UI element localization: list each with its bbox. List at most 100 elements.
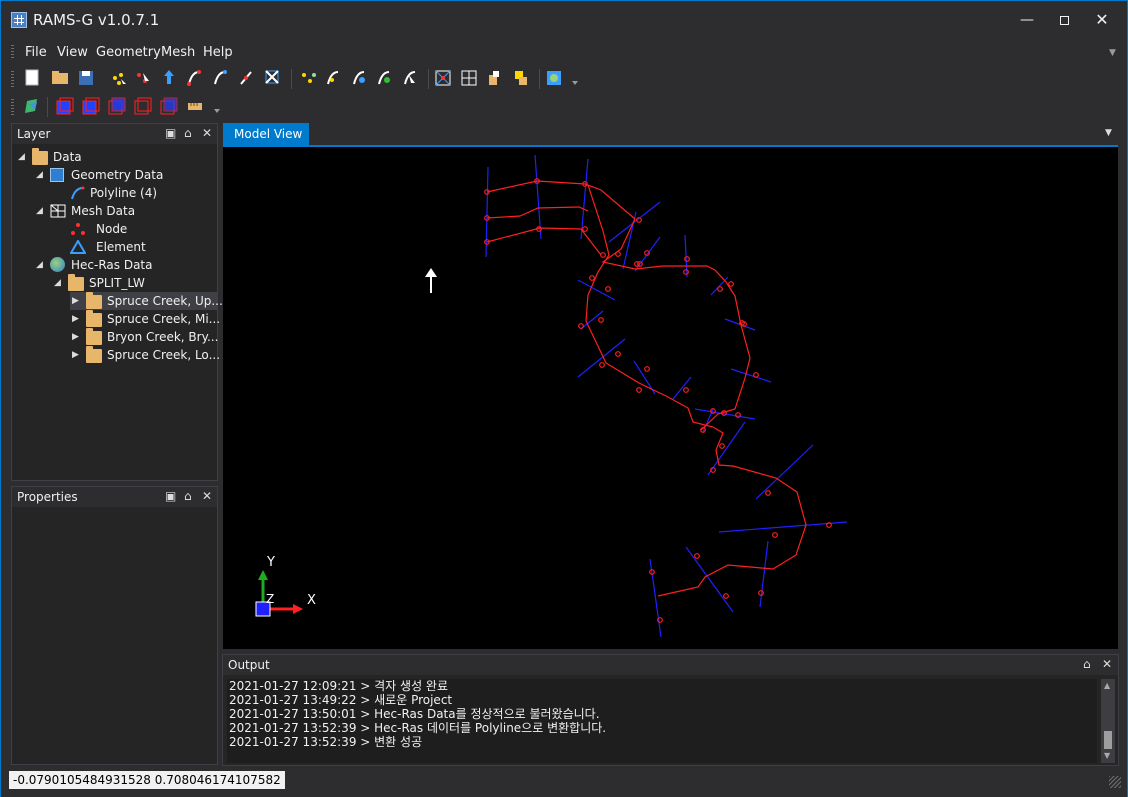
element-icon	[70, 240, 86, 254]
maximize-button[interactable]	[1051, 9, 1077, 31]
resize-grip-icon[interactable]	[1109, 776, 1121, 788]
collapse-arrow-icon[interactable]: ◢	[36, 166, 43, 184]
layer-panel-close-icon[interactable]: ✕	[202, 126, 212, 140]
edit-line-icon[interactable]	[214, 70, 227, 85]
model-viewport[interactable]: Y X Z	[223, 147, 1118, 649]
tab-dropdown-icon[interactable]: ▼	[1105, 128, 1112, 138]
curve-select-icon[interactable]	[404, 71, 416, 85]
mesh-grid-icon[interactable]	[461, 70, 477, 86]
split-line-icon[interactable]	[240, 71, 252, 85]
expand-arrow-icon[interactable]: ▶	[72, 310, 79, 328]
tree-item-label: Spruce Creek, Lo...	[107, 348, 221, 362]
toolbar1-grip[interactable]	[11, 71, 14, 87]
scrollbar-thumb[interactable]	[1104, 731, 1112, 749]
properties-panel-title: Properties	[17, 490, 78, 504]
collapse-arrow-icon[interactable]: ◢	[18, 148, 25, 166]
curve-node-icon[interactable]	[353, 71, 365, 85]
toolbar2-overflow-icon[interactable]	[214, 109, 220, 113]
output-log[interactable]: 2021-01-27 12:09:21 > 격자 생성 완료 2021-01-2…	[227, 679, 1097, 763]
axis-label-z: Z	[266, 592, 274, 606]
model-canvas[interactable]: Y X Z	[223, 147, 1118, 649]
menu-help[interactable]: Help	[203, 45, 233, 60]
properties-panel-header: Properties ▣ ⌂ ✕	[12, 487, 217, 507]
delete-line-icon[interactable]	[265, 70, 279, 84]
menu-geometry[interactable]: Geometry	[96, 45, 161, 60]
output-panel-header: Output ⌂ ✕	[223, 655, 1118, 675]
tree-item-label: SPLIT_LW	[89, 276, 145, 290]
folder-icon	[86, 328, 102, 345]
view-front-icon[interactable]	[56, 97, 74, 115]
output-panel-pin-icon[interactable]: ⌂	[1083, 657, 1091, 671]
river-polylines	[486, 180, 807, 597]
polyline-icon	[71, 186, 85, 200]
measure-ruler-icon[interactable]	[188, 103, 202, 110]
globe-icon	[50, 257, 65, 272]
toolbar1-overflow-icon[interactable]	[572, 81, 578, 85]
draw-line-icon[interactable]	[187, 70, 201, 86]
toolbar2-grip[interactable]	[11, 99, 14, 115]
hec-ras-import-icon[interactable]	[547, 71, 561, 85]
app-title: RAMS-G v1.0.7.1	[33, 11, 160, 29]
layer-view-icon[interactable]	[25, 99, 37, 113]
layer-panel: Layer ▣ ⌂ ✕ ◢ Data ◢ Geometry Data Polyl…	[11, 123, 223, 481]
output-panel-title: Output	[228, 658, 270, 672]
scroll-up-icon[interactable]: ▲	[1104, 681, 1110, 690]
mesh-export-icon[interactable]	[515, 71, 527, 85]
view-left-icon[interactable]	[108, 97, 126, 115]
mesh-icon	[50, 204, 66, 218]
properties-panel-close-icon[interactable]: ✕	[202, 489, 212, 503]
curve-green-icon[interactable]	[378, 71, 390, 85]
menu-bar: File View Geometry Mesh Help	[9, 41, 1121, 63]
expand-arrow-icon[interactable]: ▶	[72, 346, 79, 364]
collapse-arrow-icon[interactable]: ◢	[36, 256, 43, 274]
expand-arrow-icon[interactable]: ▶	[72, 292, 79, 310]
save-icon[interactable]	[79, 71, 93, 85]
tree-item-label: Spruce Creek, Up...	[107, 294, 223, 308]
node-add-icon[interactable]	[302, 73, 316, 83]
layer-tree: ◢ Data ◢ Geometry Data Polyline (4) ◢ Me…	[12, 146, 223, 480]
mesh-import-icon[interactable]	[489, 71, 499, 85]
tree-item-label: Polyline (4)	[90, 186, 158, 200]
view-top-icon[interactable]	[160, 97, 178, 115]
select-point-icon[interactable]	[137, 73, 149, 83]
scroll-down-icon[interactable]: ▼	[1104, 751, 1110, 760]
properties-panel-pin-icon[interactable]: ⌂	[184, 489, 192, 503]
menubar-overflow-icon[interactable]: ▼	[1109, 48, 1116, 58]
output-scrollbar[interactable]: ▲ ▼	[1101, 679, 1115, 763]
title-bar[interactable]: RAMS-G v1.0.7.1 — ✕	[1, 1, 1127, 39]
node-icon	[71, 223, 85, 235]
tree-item-label: Mesh Data	[71, 204, 136, 218]
collapse-arrow-icon[interactable]: ◢	[54, 274, 61, 292]
curve-edit-icon[interactable]	[327, 71, 339, 85]
close-button[interactable]: ✕	[1089, 9, 1115, 31]
menu-view[interactable]: View	[57, 45, 88, 60]
expand-arrow-icon[interactable]: ▶	[72, 328, 79, 346]
geometry-icon	[50, 168, 64, 182]
menu-mesh[interactable]: Mesh	[161, 45, 195, 60]
layer-panel-pin-icon[interactable]: ⌂	[184, 126, 192, 140]
app-window: RAMS-G v1.0.7.1 — ✕ File View Geometry M…	[0, 0, 1128, 797]
mesh-nodes	[484, 178, 832, 623]
menu-file[interactable]: File	[25, 45, 47, 60]
mesh-generate-icon[interactable]	[435, 70, 451, 86]
view-back-icon[interactable]	[82, 97, 100, 115]
tree-item-label: Node	[96, 222, 128, 236]
properties-panel: Properties ▣ ⌂ ✕	[11, 486, 218, 765]
tree-item-spruce-creek-up[interactable]: ▶ Spruce Creek, Up...	[70, 292, 223, 310]
properties-panel-float-icon[interactable]: ▣	[165, 489, 176, 503]
folder-icon	[86, 346, 102, 363]
view-right-icon[interactable]	[134, 97, 152, 115]
folder-open-icon	[32, 148, 48, 165]
layer-panel-title: Layer	[17, 127, 51, 141]
toolbar-row-1	[25, 69, 578, 89]
collapse-arrow-icon[interactable]: ◢	[36, 202, 43, 220]
new-file-icon[interactable]	[25, 69, 39, 86]
output-panel-close-icon[interactable]: ✕	[1102, 657, 1112, 671]
tab-model-view[interactable]: Model View	[223, 123, 309, 145]
minimize-button[interactable]: —	[1014, 9, 1040, 31]
log-line: 2021-01-27 13:52:39 > Hec-Ras 데이터를 Polyl…	[229, 721, 607, 735]
layer-panel-float-icon[interactable]: ▣	[165, 126, 176, 140]
move-point-icon[interactable]	[164, 70, 174, 84]
open-folder-icon[interactable]	[52, 71, 68, 84]
add-point-icon[interactable]	[113, 73, 126, 85]
